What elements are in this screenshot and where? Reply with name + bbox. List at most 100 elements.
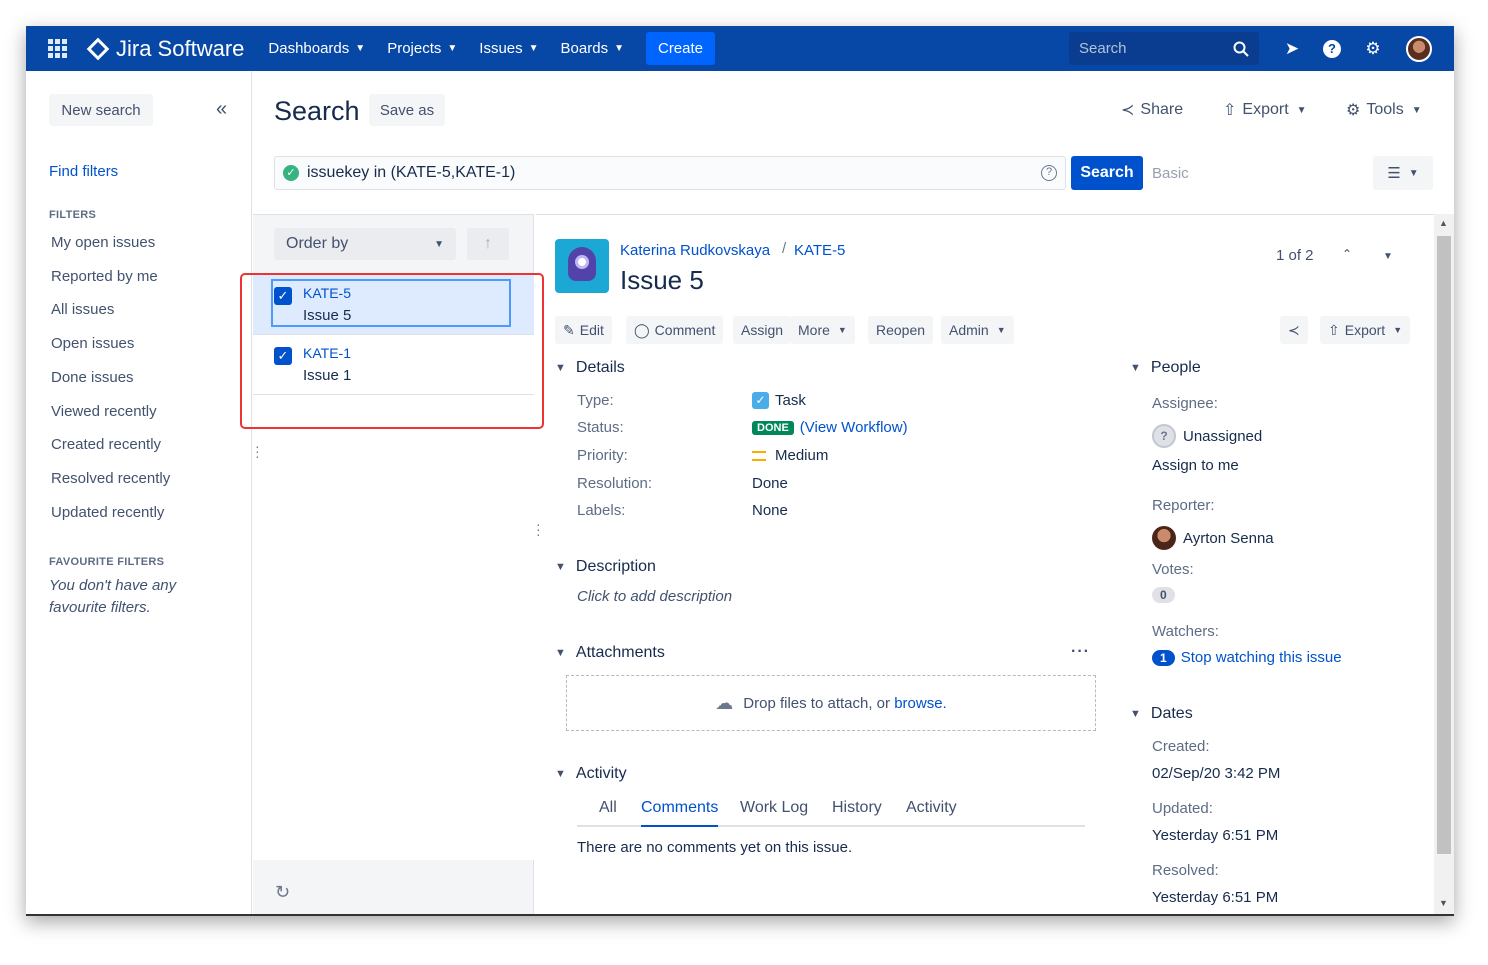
next-issue-icon[interactable]: ▼	[1383, 251, 1393, 262]
valid-check-icon: ✓	[283, 165, 299, 181]
people-toggle[interactable]: ▼ People	[1130, 359, 1201, 377]
filter-resolved-recently[interactable]: Resolved recently	[51, 470, 170, 487]
export-issue-button[interactable]: ⇧ Export ▼	[1320, 316, 1411, 344]
breadcrumb-project[interactable]: Katerina Rudkovskaya	[620, 242, 770, 259]
create-button[interactable]: Create	[645, 32, 716, 65]
chevron-down-icon: ▼	[1130, 362, 1141, 374]
activity-tabs: All Comments Work Log History Activity	[577, 799, 1085, 827]
issue-detail: Katerina Rudkovskaya / KATE-5 Issue 5 1 …	[536, 214, 1434, 916]
tab-all[interactable]: All	[599, 799, 617, 827]
tools-button[interactable]: ⚙ Tools ▼	[1346, 100, 1422, 120]
layout-switcher-button[interactable]: ☰ ▼	[1373, 156, 1433, 190]
nav-dashboards[interactable]: Dashboards ▼	[268, 40, 365, 57]
stop-watching-link[interactable]: Stop watching this issue	[1181, 649, 1342, 666]
new-search-button[interactable]: New search	[49, 94, 153, 126]
gear-icon[interactable]: ⚙	[1362, 38, 1384, 60]
no-comments-text: There are no comments yet on this issue.	[577, 839, 853, 856]
attachments-toggle[interactable]: ▼ Attachments	[555, 644, 665, 662]
issue-type: ✓ Task	[752, 392, 806, 409]
refresh-icon[interactable]: ↻	[275, 882, 290, 903]
share-issue-button[interactable]: ≺	[1280, 316, 1308, 344]
admin-button[interactable]: Admin ▼	[941, 316, 1014, 344]
dates-toggle[interactable]: ▼ Dates	[1130, 705, 1193, 723]
assign-button[interactable]: Assign	[733, 316, 792, 344]
app-switcher-icon[interactable]	[48, 38, 68, 59]
help-icon[interactable]: ?	[1323, 40, 1341, 58]
filter-created-recently[interactable]: Created recently	[51, 436, 161, 453]
issue-title[interactable]: Issue 5	[620, 265, 704, 296]
profile-avatar[interactable]	[1406, 36, 1432, 62]
reporter-field[interactable]: Ayrton Senna	[1152, 526, 1274, 550]
project-avatar-icon[interactable]	[555, 239, 609, 293]
tab-work-log[interactable]: Work Log	[740, 799, 808, 827]
gear-icon: ⚙	[1346, 102, 1361, 119]
find-filters-link[interactable]: Find filters	[49, 163, 118, 180]
collapse-sidebar-icon[interactable]: «	[216, 98, 227, 121]
top-nav: Jira Software Dashboards ▼ Projects ▼ Issu…	[26, 26, 1454, 71]
votes-field[interactable]: 0	[1152, 587, 1175, 603]
created-date: 02/Sep/20 3:42 PM	[1152, 765, 1281, 782]
watchers-badge[interactable]: 1	[1152, 649, 1175, 666]
filter-done-issues[interactable]: Done issues	[51, 369, 134, 386]
watchers-field: 1 Stop watching this issue	[1152, 649, 1342, 666]
filter-viewed-recently[interactable]: Viewed recently	[51, 403, 157, 420]
more-button[interactable]: More ▼	[790, 316, 855, 344]
tab-history[interactable]: History	[832, 799, 882, 827]
share-button[interactable]: ≺ Share	[1121, 100, 1183, 120]
search-button[interactable]: Search	[1071, 156, 1143, 190]
description-field[interactable]: Click to add description	[577, 588, 732, 605]
edit-button[interactable]: ✎ Edit	[555, 316, 612, 344]
resize-handle-icon[interactable]: · · ·	[255, 439, 260, 463]
tab-comments[interactable]: Comments	[641, 799, 719, 827]
filter-open-issues[interactable]: Open issues	[51, 335, 134, 352]
export-button[interactable]: ⇧ Export ▼	[1223, 100, 1307, 120]
issue-status: DONE (View Workflow)	[752, 419, 908, 436]
detail-scrollbar[interactable]: ▲ ▼	[1434, 214, 1454, 916]
nav-search-input[interactable]: Search	[1069, 32, 1259, 65]
share-icon: ≺	[1121, 102, 1135, 119]
chevron-down-icon: ▼	[1411, 104, 1422, 116]
issue-labels[interactable]: None	[752, 502, 788, 519]
nav-projects[interactable]: Projects ▼	[387, 40, 457, 57]
nav-issues[interactable]: Issues ▼	[479, 40, 538, 57]
jql-input[interactable]: ✓ issuekey in (KATE-5,KATE-1) ?	[274, 156, 1066, 190]
reopen-button[interactable]: Reopen	[868, 316, 934, 344]
more-icon[interactable]: ···	[1071, 643, 1090, 661]
megaphone-icon[interactable]: ➤	[1281, 38, 1303, 60]
share-icon: ≺	[1288, 321, 1300, 338]
attachment-dropzone[interactable]: ☁ Drop files to attach, or browse.	[566, 675, 1096, 731]
nav-boards[interactable]: Boards ▼	[561, 40, 624, 57]
previous-issue-icon[interactable]: ⌃	[1342, 247, 1352, 261]
filter-updated-recently[interactable]: Updated recently	[51, 504, 164, 521]
export-icon: ⇧	[1223, 102, 1237, 119]
tab-activity[interactable]: Activity	[906, 799, 957, 827]
jql-help-icon[interactable]: ?	[1041, 165, 1057, 181]
sort-direction-button[interactable]: ↑	[467, 228, 509, 260]
updated-date: Yesterday 6:51 PM	[1152, 827, 1279, 844]
filters-sidebar: New search « Find filters FILTERS My ope…	[26, 71, 252, 916]
scroll-thumb[interactable]	[1437, 236, 1451, 854]
details-toggle[interactable]: ▼ Details	[555, 359, 625, 377]
filter-my-open-issues[interactable]: My open issues	[51, 234, 155, 251]
favourite-filters-heading: FAVOURITE FILTERS	[49, 556, 165, 568]
pencil-icon: ✎	[563, 321, 575, 338]
basic-mode-link[interactable]: Basic	[1152, 165, 1189, 182]
assign-to-me-link[interactable]: Assign to me	[1152, 457, 1239, 474]
jira-logo[interactable]: Jira Software	[86, 36, 244, 62]
description-toggle[interactable]: ▼ Description	[555, 558, 656, 576]
activity-toggle[interactable]: ▼ Activity	[555, 765, 627, 783]
assignee-field[interactable]: ? Unassigned	[1152, 424, 1262, 448]
scroll-up-icon[interactable]: ▲	[1439, 218, 1448, 228]
comment-button[interactable]: ◯ Comment	[626, 316, 724, 344]
breadcrumb-issue-key[interactable]: KATE-5	[794, 242, 845, 259]
jira-diamond-icon	[86, 37, 110, 60]
filter-all-issues[interactable]: All issues	[51, 301, 114, 318]
filter-reported-by-me[interactable]: Reported by me	[51, 268, 158, 285]
save-as-button[interactable]: Save as	[369, 94, 445, 126]
chevron-down-icon: ▼	[555, 768, 566, 780]
comment-icon: ◯	[634, 321, 650, 338]
view-workflow-link[interactable]: (View Workflow)	[800, 419, 908, 436]
order-by-select[interactable]: Order by ▼	[274, 228, 456, 260]
scroll-down-icon[interactable]: ▼	[1439, 898, 1448, 908]
browse-link[interactable]: browse.	[894, 695, 947, 712]
